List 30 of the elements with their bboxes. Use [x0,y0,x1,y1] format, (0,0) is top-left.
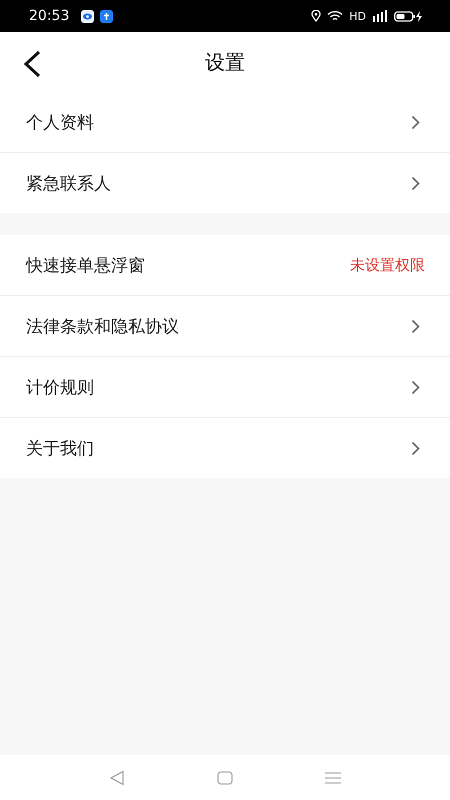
settings-row[interactable]: 快速接单悬浮窗 未设置权限 [0,235,450,296]
page-title: 设置 [205,48,245,76]
row-label: 紧急联系人 [26,172,111,194]
row-label: 快速接单悬浮窗 [26,254,145,276]
battery-icon [394,10,422,22]
settings-row[interactable]: 关于我们 [0,418,450,478]
chevron-right-icon [411,318,420,334]
chevron-right-icon [411,440,420,456]
settings-row[interactable]: 紧急联系人 [0,153,450,213]
app-icon [81,10,94,22]
app-icon [100,10,114,22]
network-label: HD [349,10,366,22]
settings-row[interactable]: 法律条款和隐私协议 [0,296,450,357]
chevron-right-icon [411,114,420,130]
row-label: 个人资料 [26,112,94,134]
status-time: 20:53 [29,8,70,24]
row-label: 关于我们 [26,438,94,460]
status-text: 未设置权限 [350,256,425,274]
row-label: 法律条款和隐私协议 [26,316,179,338]
home-nav-icon[interactable] [217,770,233,786]
location-icon [311,10,322,22]
menu-nav-icon[interactable] [325,770,341,784]
settings-row[interactable]: 个人资料 [0,92,450,153]
wifi-icon [327,10,344,22]
signal-icon [372,10,388,22]
row-label: 计价规则 [26,376,94,398]
chevron-right-icon [411,380,420,394]
chevron-right-icon [411,176,420,190]
settings-row[interactable]: 计价规则 [0,357,450,418]
back-nav-icon[interactable] [109,770,125,786]
